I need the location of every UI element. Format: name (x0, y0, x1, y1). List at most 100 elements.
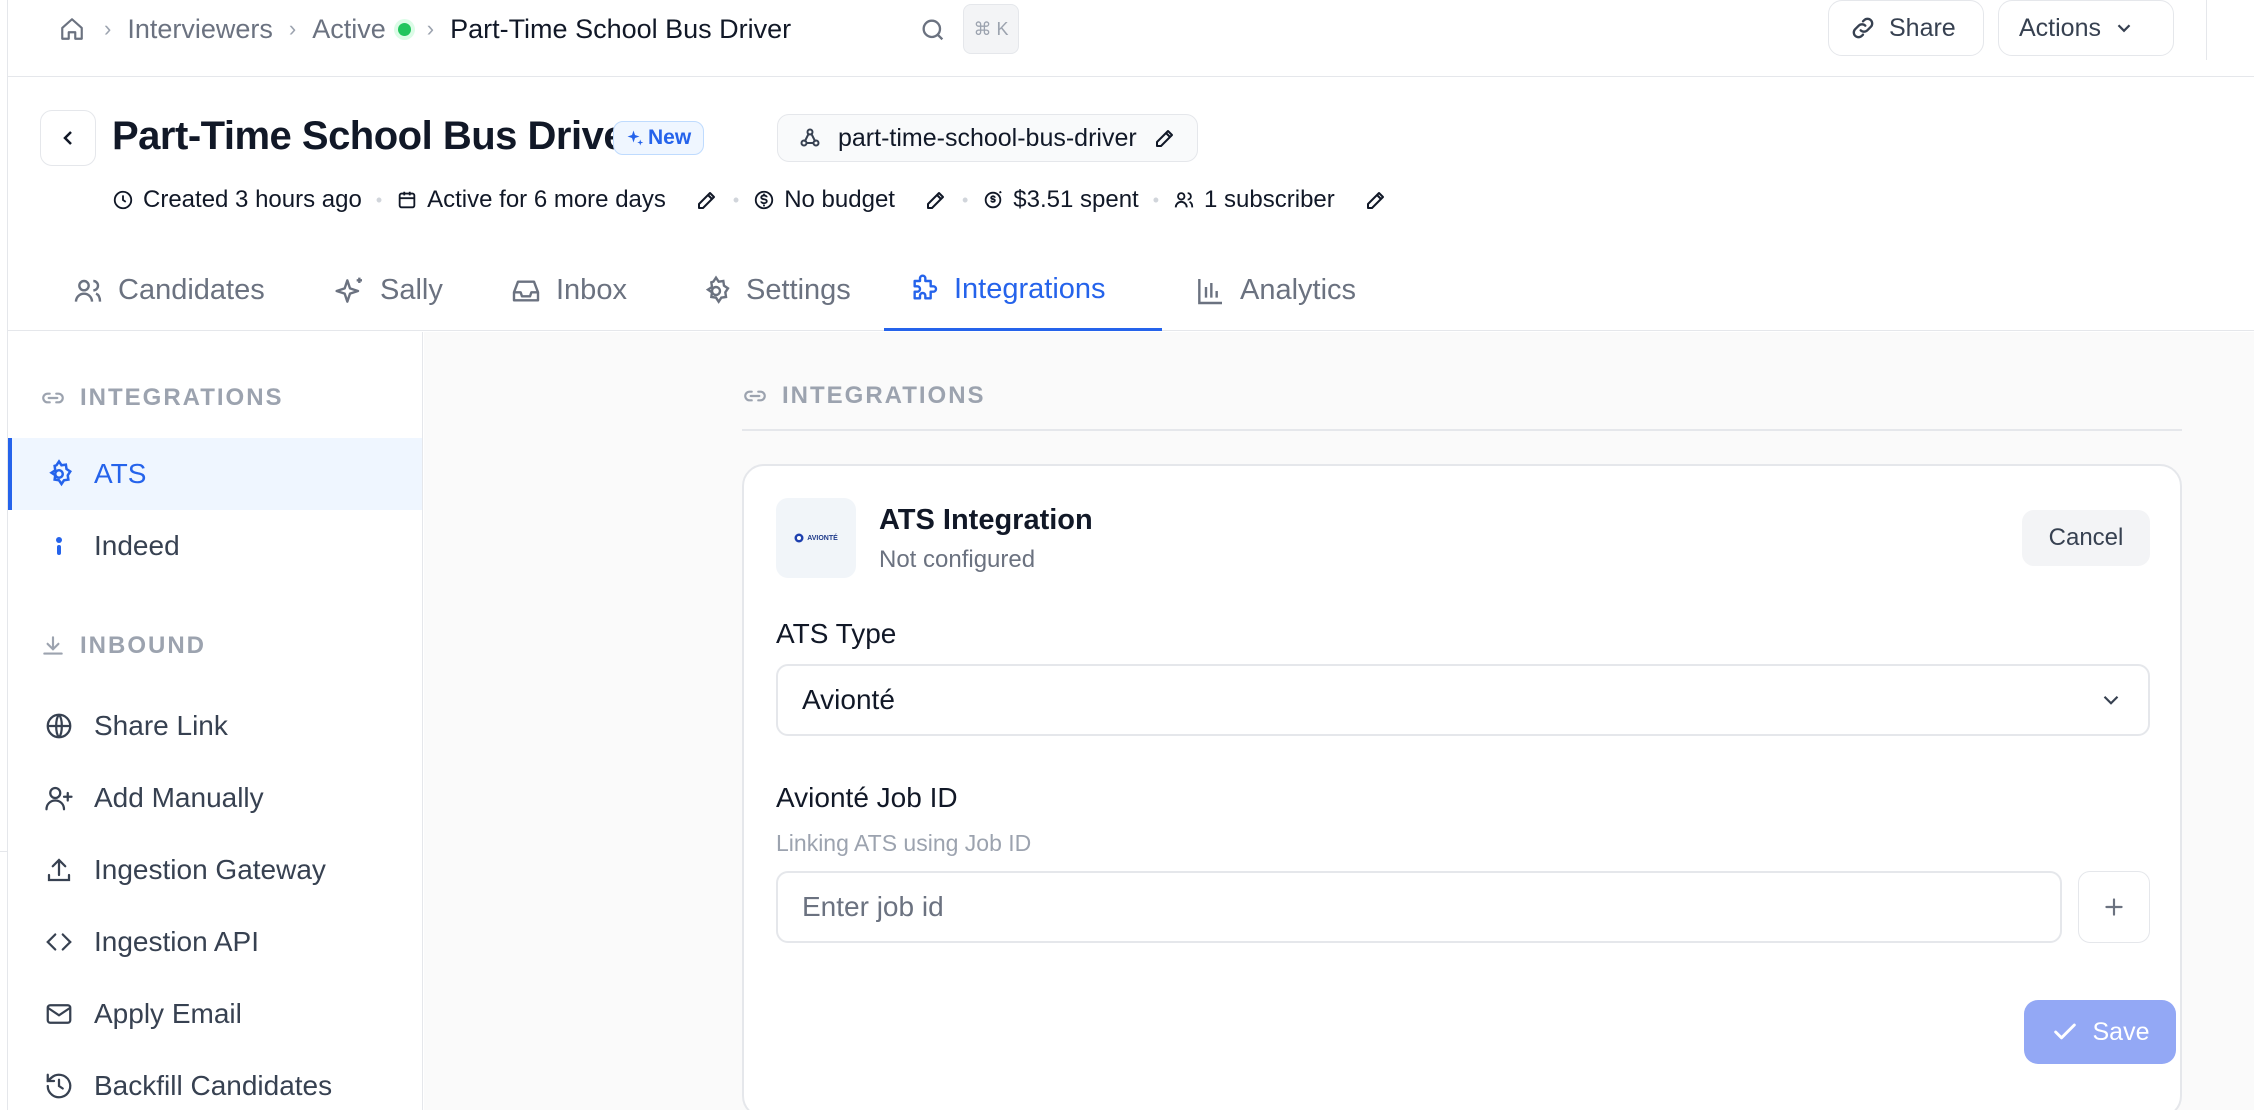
meta-active-text: Active for 6 more days (427, 186, 666, 213)
chevron-left-icon (56, 126, 80, 150)
topbar-divider (2206, 0, 2207, 60)
save-button[interactable]: Save (2024, 1000, 2176, 1064)
job-id-hint: Linking ATS using Job ID (776, 830, 1032, 856)
meta-separator: • (375, 189, 383, 210)
tab-label: Inbox (556, 274, 627, 306)
sidebar-item-label: Backfill Candidates (94, 1070, 333, 1101)
window-left-edge (0, 0, 8, 1110)
slug-field[interactable]: part-time-school-bus-driver (777, 114, 1198, 162)
dollar-circle-icon (753, 189, 775, 211)
link-icon (1849, 14, 1877, 42)
plus-icon (2101, 894, 2127, 920)
sidebar-item-indeed[interactable]: Indeed (8, 510, 422, 582)
tab-bar: Candidates Sally Inbox Settings Integrat… (8, 250, 2254, 331)
pencil-icon[interactable] (924, 188, 948, 212)
check-icon (2051, 1018, 2079, 1046)
ats-integration-card: AVIONTÉ ATS Integration Not configured C… (742, 464, 2182, 1110)
new-badge: New (613, 121, 705, 155)
avionte-logo-mark (794, 533, 804, 543)
back-button[interactable] (40, 110, 96, 166)
globe-icon (44, 711, 74, 741)
active-status-dot (397, 22, 411, 36)
sidebar-item-add-manually[interactable]: Add Manually (8, 762, 422, 834)
cancel-button[interactable]: Cancel (2022, 510, 2150, 566)
meta-spent: $3.51 spent (982, 186, 1139, 214)
integrations-sidebar: INTEGRATIONS ATS Indeed INBOUND Share Li… (8, 332, 423, 1110)
command-k-shortcut[interactable]: ⌘ K (963, 4, 1019, 54)
window-edge-divider (0, 851, 8, 852)
sidebar-item-apply-email[interactable]: Apply Email (8, 978, 422, 1050)
coins-icon (982, 189, 1004, 211)
sidebar-item-label: ATS (94, 458, 147, 489)
webhook-icon (798, 126, 822, 150)
section-divider (742, 429, 2182, 431)
avionte-logo: AVIONTÉ (776, 498, 856, 578)
sidebar-heading-text: INBOUND (80, 632, 206, 659)
gear-icon (700, 275, 732, 307)
sidebar-item-backfill-candidates[interactable]: Backfill Candidates (8, 1050, 422, 1110)
tab-label: Analytics (1240, 274, 1357, 306)
add-job-id-button[interactable] (2078, 871, 2150, 943)
sidebar-item-label: Ingestion Gateway (94, 854, 326, 885)
breadcrumb-active[interactable]: Active (312, 14, 386, 45)
share-label: Share (1889, 13, 1956, 42)
chevron-right-icon: › (104, 16, 112, 41)
section-heading-text: INTEGRATIONS (782, 382, 986, 409)
meta-budget: No budget (753, 186, 948, 214)
tab-inbox[interactable]: Inbox (486, 250, 651, 331)
tab-settings[interactable]: Settings (676, 250, 875, 331)
sidebar-item-label: Ingestion API (94, 926, 260, 957)
tab-analytics[interactable]: Analytics (1170, 250, 1380, 331)
job-meta: Created 3 hours ago • Active for 6 more … (112, 182, 1388, 218)
sidebar-item-ingestion-gateway[interactable]: Ingestion Gateway (8, 834, 422, 906)
job-id-label: Avionté Job ID (776, 782, 958, 813)
sidebar-item-label: Indeed (94, 530, 180, 561)
sparkles-icon (334, 275, 366, 307)
tab-candidates[interactable]: Candidates (48, 250, 289, 331)
sidebar-item-label: Share Link (94, 710, 228, 741)
puzzle-icon (908, 273, 940, 305)
pencil-icon[interactable] (1364, 188, 1388, 212)
breadcrumb-current: Part-Time School Bus Driver (450, 13, 792, 44)
home-icon[interactable] (56, 13, 88, 45)
tab-sally[interactable]: Sally (310, 250, 467, 331)
sidebar-item-label: Apply Email (94, 998, 242, 1029)
meta-spent-text: $3.51 spent (1013, 186, 1139, 213)
search-icon[interactable] (915, 12, 951, 48)
actions-button[interactable]: Actions (1998, 0, 2174, 56)
pencil-icon[interactable] (1153, 126, 1177, 150)
sidebar-item-ats[interactable]: ATS (8, 438, 422, 510)
chevron-right-icon: › (288, 16, 297, 41)
save-label: Save (2092, 1017, 2150, 1046)
tab-integrations[interactable]: Integrations (884, 250, 1162, 331)
actions-label: Actions (2019, 13, 2101, 42)
top-bar: › Interviewers › Active › Part-Time Scho… (8, 0, 2254, 77)
link-icon (742, 383, 768, 409)
users-icon (72, 275, 104, 307)
history-icon (44, 1071, 74, 1101)
avionte-logo-text: AVIONTÉ (807, 534, 838, 542)
job-id-input[interactable] (776, 871, 2062, 943)
meta-created: Created 3 hours ago (112, 186, 362, 214)
ats-type-value: Avionté (802, 684, 895, 715)
link-icon (40, 385, 66, 411)
mail-icon (44, 999, 74, 1029)
meta-separator: • (1152, 189, 1160, 210)
tab-label: Sally (380, 274, 443, 306)
share-button[interactable]: Share (1828, 0, 1984, 56)
meta-separator: • (961, 189, 969, 210)
tab-label: Integrations (954, 272, 1106, 305)
meta-separator: • (732, 189, 740, 210)
sidebar-item-ingestion-api[interactable]: Ingestion API (8, 906, 422, 978)
card-title: ATS Integration (879, 504, 1093, 536)
breadcrumb-interviewers[interactable]: Interviewers (127, 14, 273, 45)
tab-label: Settings (746, 274, 851, 306)
gear-icon (44, 459, 74, 489)
meta-budget-text: No budget (784, 186, 895, 213)
pencil-icon[interactable] (695, 188, 719, 212)
sidebar-heading-text: INTEGRATIONS (80, 384, 284, 411)
chevron-right-icon: › (426, 16, 435, 41)
ats-type-select[interactable]: Avionté (776, 664, 2150, 736)
meta-active: Active for 6 more days (396, 186, 719, 214)
sidebar-item-share-link[interactable]: Share Link (8, 690, 422, 762)
